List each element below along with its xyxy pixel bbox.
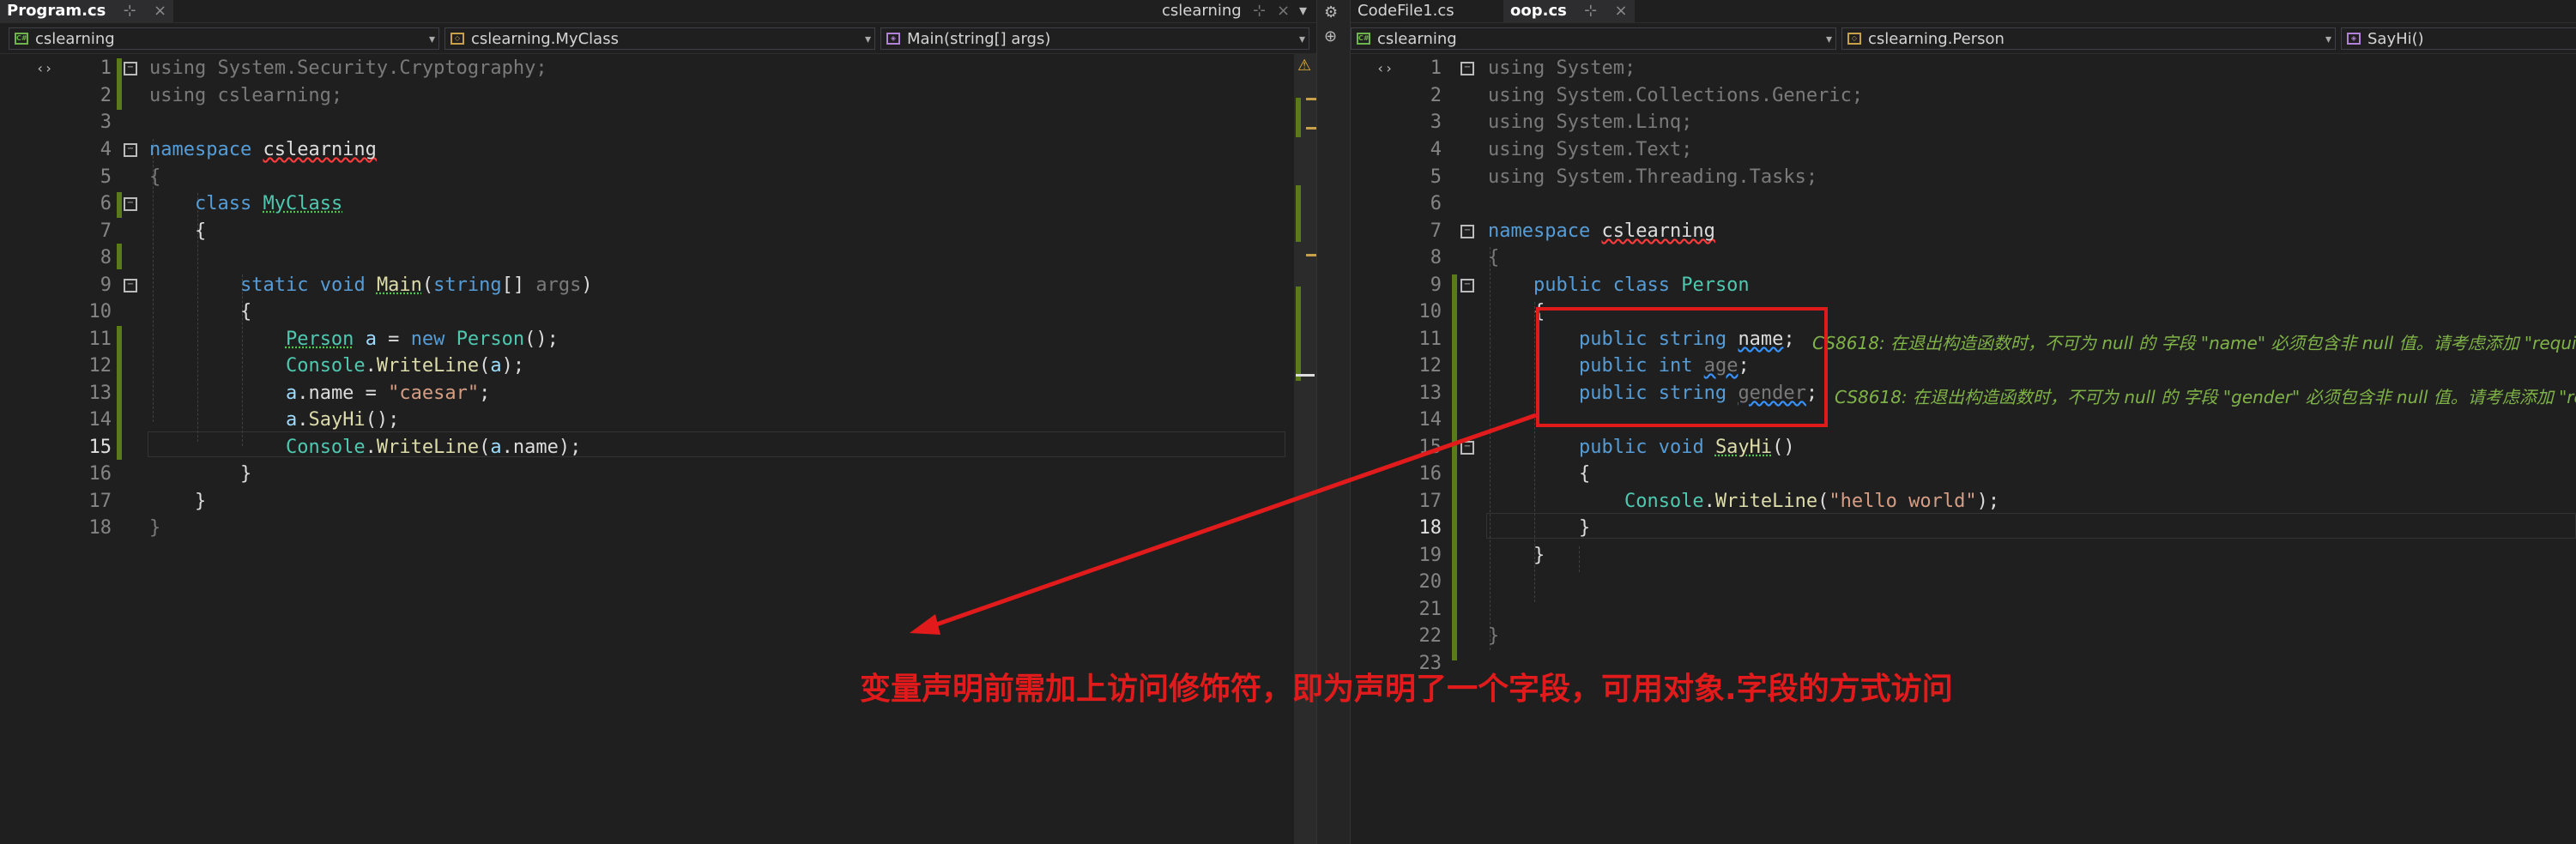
annotation-caption: 变量声明前需加上访问修饰符，即为声明了一个字段，可用对象.字段的方式访问: [860, 672, 1953, 707]
annotation-arrow: [910, 413, 1537, 635]
